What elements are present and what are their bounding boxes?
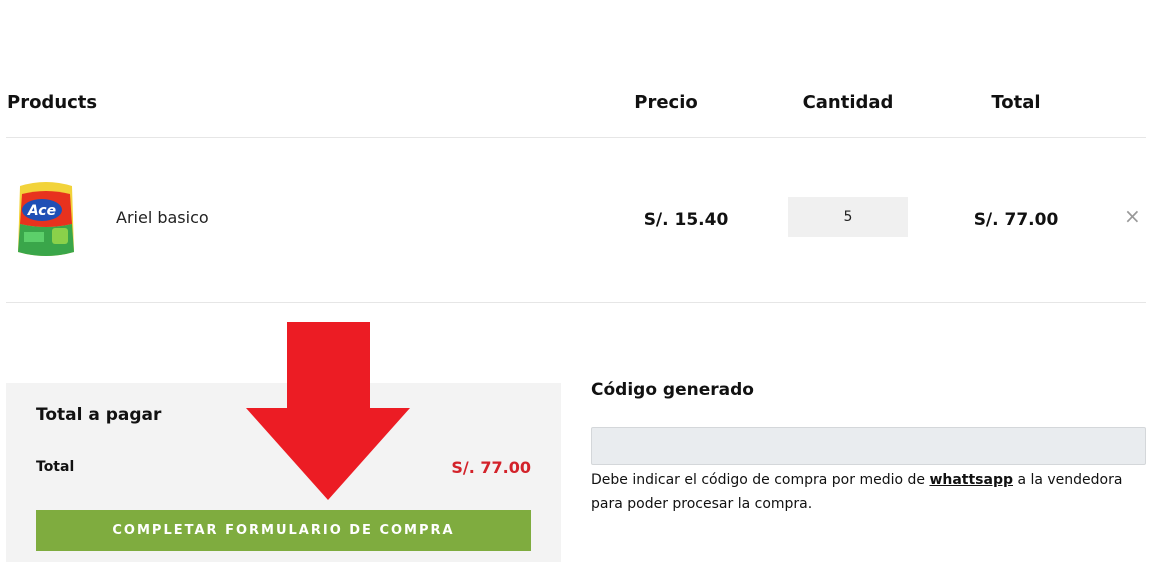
code-field[interactable] — [591, 427, 1146, 465]
arrow-down-icon — [246, 322, 410, 500]
totals-label: Total — [36, 459, 75, 475]
detergent-package-icon[interactable]: Ace — [14, 180, 78, 260]
checkout-button[interactable]: COMPLETAR FORMULARIO DE COMPRA — [36, 510, 531, 551]
quantity-input[interactable] — [788, 197, 908, 237]
table-row: Ace Ariel basico S/. 15.40 S/. 77.00 × — [6, 138, 1146, 303]
header-products: Products — [7, 92, 98, 113]
code-note-text: Debe indicar el código de compra por med… — [591, 472, 930, 488]
code-note: Debe indicar el código de compra por med… — [591, 468, 1151, 516]
close-icon[interactable]: × — [1124, 206, 1141, 226]
code-title: Código generado — [591, 380, 754, 400]
whatsapp-link[interactable]: whattsapp — [929, 472, 1013, 488]
product-name[interactable]: Ariel basico — [116, 208, 209, 227]
header-total: Total — [991, 92, 1041, 113]
cart-table-header: Products Precio Cantidad Total — [6, 70, 1146, 138]
header-precio: Precio — [634, 92, 698, 113]
totals-value: S/. 77.00 — [451, 458, 531, 477]
header-cantidad: Cantidad — [802, 92, 894, 113]
product-price: S/. 15.40 — [643, 210, 729, 230]
svg-text:Ace: Ace — [27, 203, 56, 219]
line-total: S/. 77.00 — [973, 210, 1059, 230]
totals-title: Total a pagar — [36, 405, 162, 425]
